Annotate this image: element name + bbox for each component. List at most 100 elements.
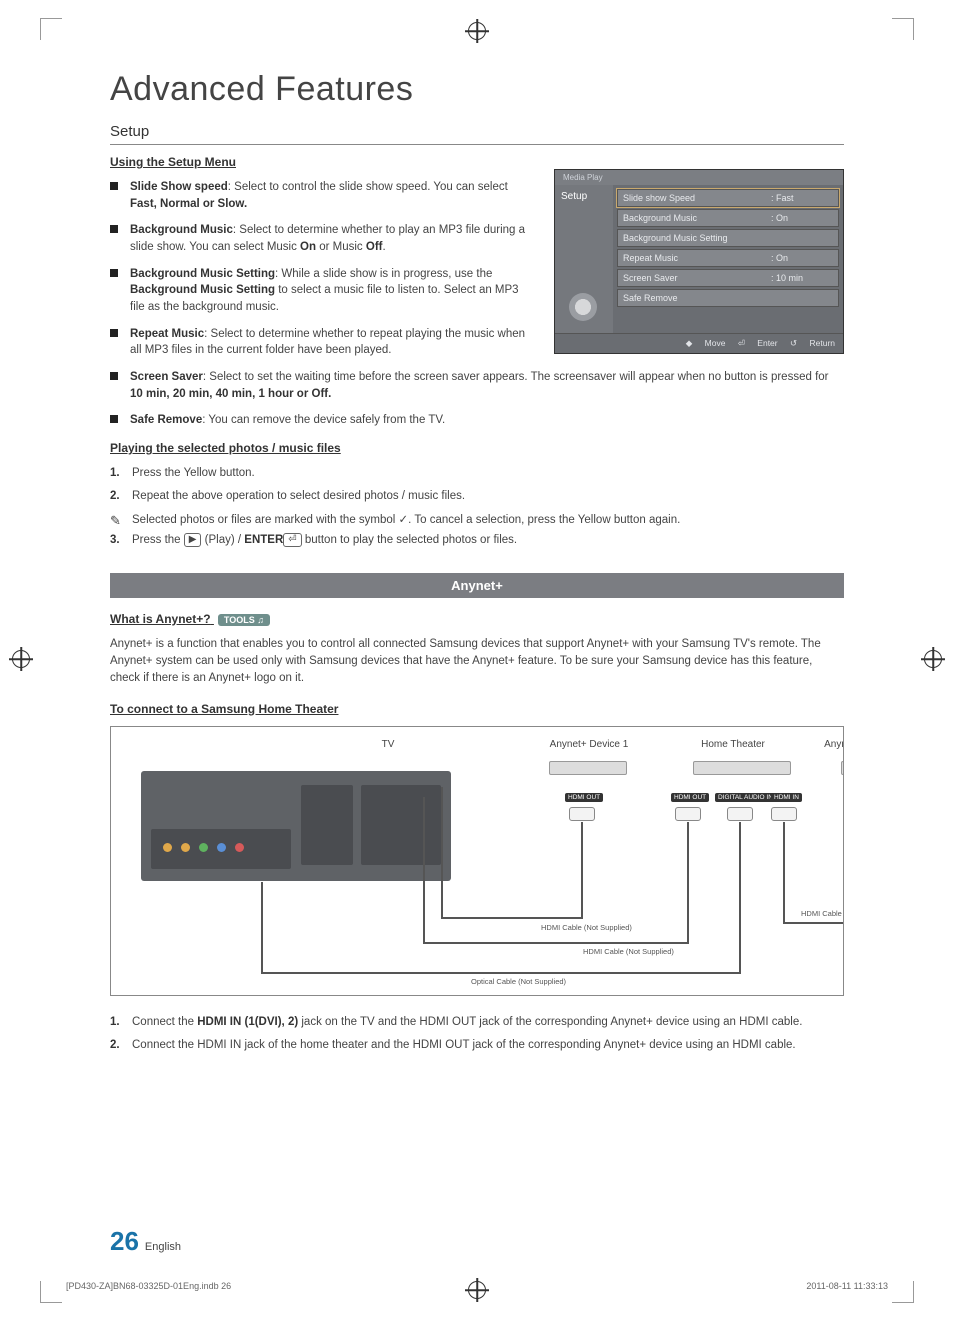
subheading-what-is-anynet: What is Anynet+? TOOLS ♫ [110, 612, 844, 626]
osd-row[interactable]: Safe Remove [617, 289, 839, 307]
off: Off [366, 241, 383, 253]
cable [423, 942, 689, 944]
chapter-title: Advanced Features [110, 70, 844, 109]
osd-val [766, 290, 838, 306]
osd-key: Repeat Music [618, 250, 766, 266]
tv-back-panel [141, 771, 451, 881]
bullet-background-music-setting: Background Music Setting: While a slide … [110, 266, 530, 316]
tv-port-group [361, 785, 441, 865]
cable [261, 882, 263, 972]
footer-left: [PD430-ZA]BN68-03325D-01Eng.indb 26 [66, 1281, 231, 1291]
diagram-label-tv: TV [343, 739, 433, 750]
tv-port-group [301, 785, 353, 865]
enter-label: ENTER [244, 534, 283, 546]
cable-label-hdmi: HDMI Cable (Not Supplied) [583, 947, 674, 956]
text: : You can remove the device safely from … [202, 414, 445, 426]
osd-hint-return: ↺ Return [790, 338, 835, 348]
diagram-label-device23: Anynet+ Device 2, 3 [799, 739, 844, 750]
on: On [300, 241, 316, 253]
cable [739, 822, 741, 974]
page-num-value: 26 [110, 1226, 139, 1256]
setup-bullets: Slide Show speed: Select to control the … [110, 179, 530, 359]
osd-row[interactable]: Repeat Music: On [617, 249, 839, 267]
osd-row-selected[interactable]: Slide show Speed: Fast [617, 189, 839, 207]
connection-diagram: TV Anynet+ Device 1 Home Theater Anynet+… [110, 726, 844, 996]
registration-mark [12, 650, 30, 668]
options: 10 min, 20 min, 40 min, 1 hour or Off. [130, 388, 331, 400]
port-icon [771, 807, 797, 821]
cable [783, 822, 785, 922]
cable [441, 787, 443, 917]
osd-row[interactable]: Background Music Setting [617, 229, 839, 247]
anynet-desc: Anynet+ is a function that enables you t… [110, 636, 844, 688]
label: Background Music [130, 224, 233, 236]
step-note: ✎ Selected photos or files are marked wi… [110, 512, 844, 526]
osd-val: : On [766, 210, 838, 226]
osd-footer: ◆ Move ⏎ Enter ↺ Return [555, 333, 843, 353]
t: Connect the [132, 1016, 197, 1028]
page: Advanced Features Setup Using the Setup … [0, 0, 954, 1321]
text: : While a slide show is in progress, use… [275, 268, 492, 280]
crop-mark [892, 1281, 914, 1303]
text: : Select to set the waiting time before … [203, 371, 829, 383]
osd-sidebar: Setup [555, 185, 613, 333]
port-icon [569, 807, 595, 821]
t: jack on the TV and the HDMI OUT jack of … [298, 1016, 802, 1028]
setup-row: Slide Show speed: Select to control the … [110, 179, 844, 359]
device-box-1 [549, 761, 627, 775]
osd-val [766, 230, 838, 246]
conn-step-1: Connect the HDMI IN (1(DVI), 2) jack on … [110, 1014, 844, 1031]
text: : Select to control the slide show speed… [228, 181, 508, 193]
osd-row[interactable]: Screen Saver: 10 min [617, 269, 839, 287]
osd-rows: Slide show Speed: Fast Background Music:… [613, 185, 843, 333]
osd-key: Background Music [618, 210, 766, 226]
bullet-screen-saver: Screen Saver: Select to set the waiting … [110, 369, 830, 402]
port-dot [163, 843, 172, 852]
tv-port-group [151, 829, 291, 869]
note-icon: ✎ [110, 513, 121, 529]
bullet-safe-remove: Safe Remove: You can remove the device s… [110, 412, 830, 429]
osd-val: : Fast [766, 190, 838, 206]
port-dot [199, 843, 208, 852]
registration-mark [468, 1281, 486, 1299]
diagram-label-device1: Anynet+ Device 1 [529, 739, 649, 750]
registration-mark [468, 22, 486, 40]
device-box-ht [693, 761, 791, 775]
device-box-23 [841, 761, 844, 775]
cable [687, 822, 689, 942]
port-icon [727, 807, 753, 821]
play-icon: ▶ [184, 533, 202, 547]
port-dot [181, 843, 190, 852]
cable [581, 822, 583, 919]
play-steps: Press the Yellow button. Repeat the abov… [110, 465, 844, 506]
cable [783, 922, 844, 924]
cable-label-hdmi: HDMI Cable (Not Supplied) [541, 923, 632, 932]
crop-mark [892, 18, 914, 40]
crop-mark [40, 1281, 62, 1303]
t: Press the [132, 534, 184, 546]
t: button to play the selected photos or fi… [302, 534, 517, 546]
page-lang: English [145, 1241, 181, 1253]
label: Repeat Music [130, 328, 204, 340]
osd-hint-move: ◆ Move [686, 338, 726, 348]
ref: Background Music Setting [130, 284, 275, 296]
cable [423, 797, 425, 944]
osd-body: Setup Slide show Speed: Fast Background … [555, 185, 843, 333]
label: Safe Remove [130, 414, 202, 426]
osd-setup-panel: Media Play Setup Slide show Speed: Fast … [554, 169, 844, 354]
play-steps-cont: Press the ▶ (Play) / ENTER⏎ button to pl… [110, 532, 844, 549]
osd-key: Background Music Setting [618, 230, 766, 246]
osd-row[interactable]: Background Music: On [617, 209, 839, 227]
tools-badge: TOOLS ♫ [218, 614, 270, 626]
cable-label-hdmi: HDMI Cable (Not Supplied) [801, 909, 844, 918]
jack: HDMI IN (1(DVI), 2) [197, 1016, 298, 1028]
end: . [382, 241, 385, 253]
osd-val: : On [766, 250, 838, 266]
osd-key: Slide show Speed [618, 190, 766, 206]
label: Background Music Setting [130, 268, 275, 280]
osd-val: : 10 min [766, 270, 838, 286]
cable [261, 972, 739, 974]
conn-step-2: Connect the HDMI IN jack of the home the… [110, 1037, 844, 1054]
label: Screen Saver [130, 371, 203, 383]
step-1: Press the Yellow button. [110, 465, 844, 482]
